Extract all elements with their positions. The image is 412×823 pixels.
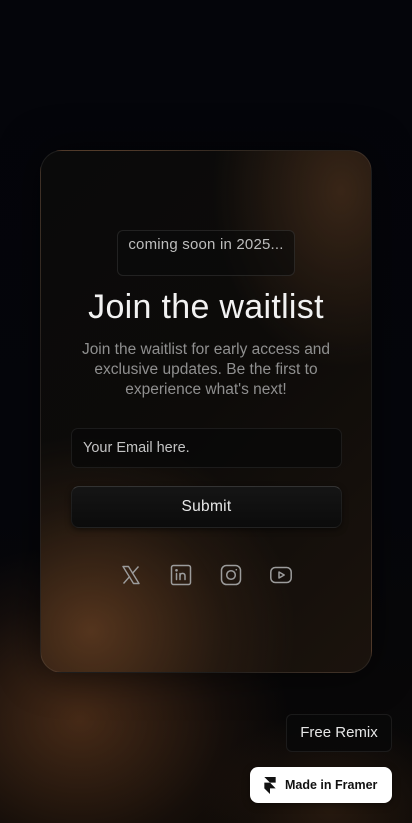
youtube-icon xyxy=(270,566,292,584)
x-icon xyxy=(122,565,140,585)
linkedin-link[interactable] xyxy=(169,563,193,587)
submit-button[interactable]: Submit xyxy=(71,486,342,528)
waitlist-description: Join the waitlist for early access and e… xyxy=(81,341,331,398)
instagram-link[interactable] xyxy=(219,563,243,587)
coming-soon-text: coming soon in 2025... xyxy=(128,236,284,253)
page-title: Join the waitlist xyxy=(88,288,324,326)
x-link[interactable] xyxy=(119,563,143,587)
made-in-framer-badge[interactable]: Made in Framer xyxy=(250,767,392,803)
free-remix-button[interactable]: Free Remix xyxy=(286,714,392,752)
instagram-icon xyxy=(220,564,242,586)
linkedin-icon xyxy=(170,564,192,586)
youtube-link[interactable] xyxy=(269,563,293,587)
waitlist-card xyxy=(40,150,372,673)
framer-logo-icon xyxy=(264,776,276,794)
email-input[interactable] xyxy=(71,428,342,468)
coming-soon-badge: coming soon in 2025... xyxy=(117,230,295,276)
made-in-framer-label: Made in Framer xyxy=(285,778,378,792)
